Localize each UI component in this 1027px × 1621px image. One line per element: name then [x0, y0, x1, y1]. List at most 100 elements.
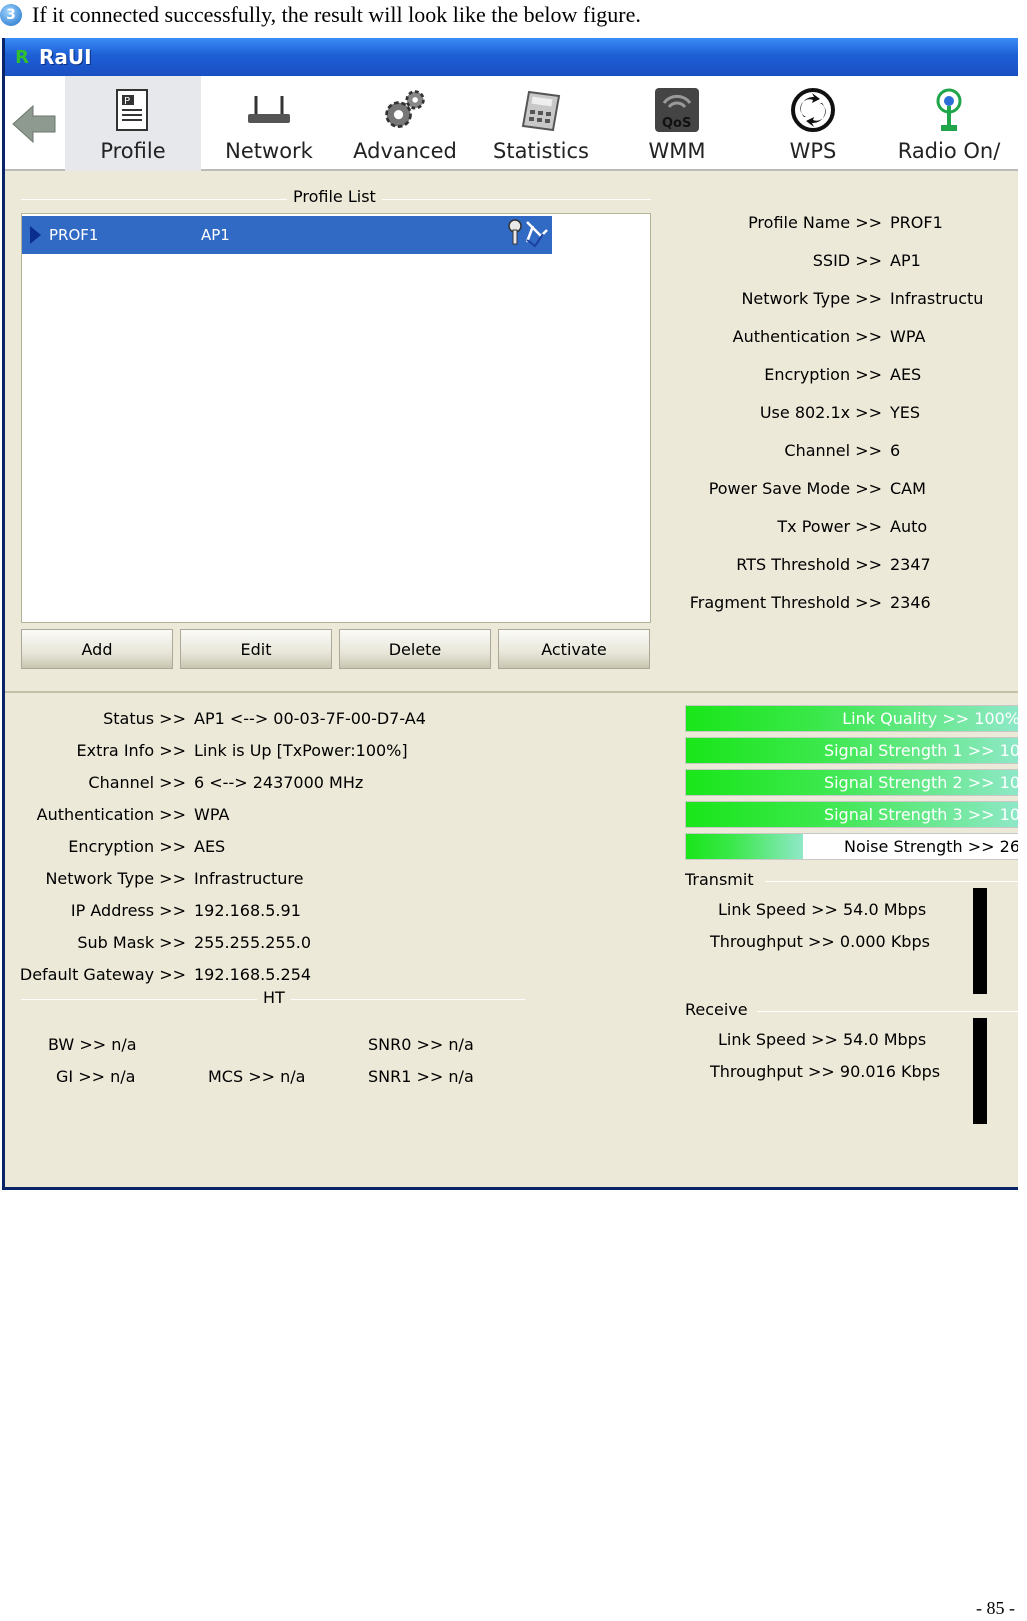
transmit-link-speed: Link Speed >> 54.0 Mbps	[718, 900, 927, 919]
edit-button[interactable]: Edit	[180, 629, 332, 669]
divider	[757, 1011, 1018, 1012]
page-number: - 85 -	[976, 1598, 1015, 1618]
add-button[interactable]: Add	[21, 629, 173, 669]
profile-row[interactable]: PROF1 AP1	[22, 216, 552, 254]
status-label: Sub Mask >>	[77, 933, 186, 952]
selected-arrow-icon	[30, 226, 41, 244]
signal-bar: Noise Strength >> 26	[685, 833, 1018, 860]
detail-value: WPA	[890, 327, 926, 346]
tab-label: Advanced	[353, 139, 457, 163]
back-arrow-icon	[12, 104, 56, 144]
svg-text:QoS: QoS	[662, 116, 691, 131]
back-arrow-button[interactable]	[11, 94, 61, 154]
raui-window: R RaUI P Profile Network Advanced Statis…	[2, 38, 1018, 1190]
detail-value: AES	[890, 365, 922, 384]
status-label: Authentication >>	[36, 805, 186, 824]
detail-label: Profile Name >>	[748, 213, 882, 232]
detail-label: Encryption >>	[764, 365, 882, 384]
transmit-title: Transmit	[685, 870, 754, 889]
transmit-throughput: Throughput >> 0.000 Kbps	[710, 932, 930, 951]
delete-button[interactable]: Delete	[339, 629, 491, 669]
intro-line: 3 If it connected successfully, the resu…	[0, 0, 641, 30]
detail-label: SSID >>	[812, 251, 882, 270]
ht-title: HT	[257, 988, 291, 1007]
detail-value: 2347	[890, 555, 931, 574]
detail-label: Power Save Mode >>	[708, 479, 882, 498]
status-label: IP Address >>	[70, 901, 186, 920]
tab-advanced[interactable]: Advanced	[337, 76, 473, 171]
status-value: AES	[194, 837, 226, 856]
status-value: Link is Up [TxPower:100%]	[194, 741, 408, 760]
tab-label: Statistics	[493, 139, 589, 163]
signal-bar-fill	[686, 834, 803, 859]
ht-gi: GI >> n/a	[56, 1067, 136, 1086]
signal-bar-label: Signal Strength 2 >> 10	[823, 773, 1018, 792]
status-value: 6 <--> 2437000 MHz	[194, 773, 364, 792]
detail-value: Auto	[890, 517, 928, 536]
status-value: Infrastructure	[194, 869, 304, 888]
signal-bar: Signal Strength 2 >> 10	[685, 769, 1018, 796]
status-value: AP1 <--> 00-03-7F-00-D7-A4	[194, 709, 426, 728]
receive-link-speed: Link Speed >> 54.0 Mbps	[718, 1030, 927, 1049]
status-value: 255.255.255.0	[194, 933, 312, 952]
divider	[765, 881, 1018, 882]
router-icon	[246, 87, 292, 133]
activate-button[interactable]: Activate	[498, 629, 650, 669]
tab-label: WPS	[789, 139, 837, 163]
antenna-icon	[926, 87, 972, 133]
profile-ssid: AP1	[201, 226, 230, 244]
window-title: RaUI	[39, 45, 92, 69]
detail-label: Tx Power >>	[777, 517, 882, 536]
signal-bar-label: Link Quality >> 100%	[842, 709, 1018, 728]
detail-label: Authentication >>	[732, 327, 882, 346]
detail-value: PROF1	[890, 213, 943, 232]
ht-mcs: MCS >> n/a	[208, 1067, 306, 1086]
tab-label: Profile	[100, 139, 166, 163]
detail-value: YES	[890, 403, 921, 422]
profile-panel: Profile List PROF1 AP1 Add Edit Delete A…	[5, 171, 1018, 693]
tab-radio[interactable]: Radio On/	[881, 76, 1017, 171]
gears-icon	[382, 87, 428, 133]
signal-bar-label: Signal Strength 1 >> 10	[823, 741, 1018, 760]
status-label: Status >>	[103, 709, 186, 728]
status-panel: Status >> AP1 <--> 00-03-7F-00-D7-A4 Extra…	[5, 693, 1018, 1187]
detail-label: Channel >>	[784, 441, 882, 460]
receive-graph	[973, 1018, 987, 1124]
tab-wmm[interactable]: QoS WMM	[609, 76, 745, 171]
receive-title: Receive	[685, 1000, 748, 1019]
toolbar: P Profile Network Advanced Statistics Qo…	[5, 76, 1018, 171]
tab-profile[interactable]: P Profile	[65, 76, 201, 171]
signal-bar-label: Noise Strength >> 26	[843, 837, 1018, 856]
detail-value: CAM	[890, 479, 926, 498]
detail-label: Use 802.1x >>	[759, 403, 882, 422]
detail-value: Infrastructu	[890, 289, 984, 308]
detail-label: RTS Threshold >>	[736, 555, 882, 574]
tab-label: Radio On/	[897, 139, 1001, 163]
tab-network[interactable]: Network	[201, 76, 337, 171]
profile-name: PROF1	[49, 226, 99, 244]
detail-label: Network Type >>	[741, 289, 882, 308]
signal-bar-label: Signal Strength 3 >> 10	[823, 805, 1018, 824]
step-number-icon: 3	[0, 4, 22, 26]
tab-label: Network	[225, 139, 313, 163]
profile-list[interactable]: PROF1 AP1	[21, 213, 651, 623]
status-label: Default Gateway >>	[19, 965, 186, 984]
profile-list-title: Profile List	[287, 187, 382, 206]
key-connected-icon	[505, 218, 549, 252]
wps-icon	[790, 87, 836, 133]
svg-text:P: P	[124, 96, 130, 107]
ralink-logo-icon: R	[15, 46, 29, 68]
transmit-graph	[973, 888, 987, 994]
status-value: 192.168.5.254	[194, 965, 312, 984]
status-value: 192.168.5.91	[194, 901, 301, 920]
status-label: Network Type >>	[45, 869, 186, 888]
intro-text: If it connected successfully, the result…	[32, 2, 641, 27]
tab-label: WMM	[648, 139, 706, 163]
signal-bar: Signal Strength 3 >> 10	[685, 801, 1018, 828]
tab-wps[interactable]: WPS	[745, 76, 881, 171]
status-label: Extra Info >>	[76, 741, 187, 760]
detail-label: Fragment Threshold >>	[689, 593, 882, 612]
tab-statistics[interactable]: Statistics	[473, 76, 609, 171]
title-bar[interactable]: R RaUI	[5, 38, 1018, 76]
signal-bar: Link Quality >> 100%	[685, 705, 1018, 732]
